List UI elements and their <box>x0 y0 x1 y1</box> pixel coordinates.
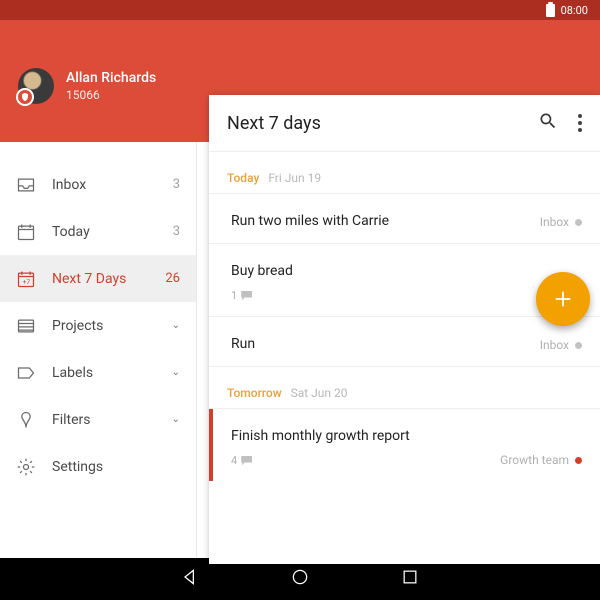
calendar-week-icon: +7 <box>16 269 36 289</box>
section-date: Sat Jun 20 <box>291 386 348 400</box>
task-item[interactable]: Run Inbox <box>209 316 600 366</box>
user-karma: 15066 <box>66 88 156 102</box>
sidebar-item-label: Filters <box>52 412 156 428</box>
project-color-dot <box>575 457 582 464</box>
sidebar-item-label: Inbox <box>52 177 157 193</box>
sidebar-item-label: Settings <box>52 459 180 475</box>
user-name: Allan Richards <box>66 70 156 86</box>
task-title: Run two miles with Carrie <box>231 213 582 229</box>
chevron-down-icon: ⌄ <box>172 367 180 378</box>
battery-icon <box>546 4 555 17</box>
projects-icon <box>16 316 36 336</box>
svg-text:+7: +7 <box>23 278 31 286</box>
inbox-icon <box>16 175 36 195</box>
task-title: Run <box>231 336 582 352</box>
karma-badge-icon <box>16 88 34 106</box>
android-nav-bar <box>0 558 600 600</box>
task-project: Inbox <box>540 338 582 352</box>
comment-icon <box>241 291 252 301</box>
plus-icon <box>552 288 574 310</box>
card-header: Next 7 days <box>209 95 600 152</box>
sidebar-item-count: 26 <box>165 271 180 286</box>
sidebar-item-label: Labels <box>52 365 156 381</box>
sidebar-item-label: Next 7 Days <box>52 271 149 287</box>
page-title: Next 7 days <box>227 113 538 134</box>
calendar-today-icon <box>16 222 36 242</box>
sidebar-item-label: Today <box>52 224 157 240</box>
task-project: Growth team <box>500 453 582 467</box>
section-date: Fri Jun 19 <box>268 171 321 185</box>
search-icon <box>538 111 558 131</box>
chevron-down-icon: ⌄ <box>172 414 180 425</box>
sidebar-item-count: 3 <box>173 177 180 192</box>
search-button[interactable] <box>538 111 558 135</box>
clock: 08:00 <box>561 4 588 17</box>
section-day: Tomorrow <box>227 386 282 400</box>
sidebar-item-projects[interactable]: Projects ⌄ <box>0 302 196 349</box>
sidebar-item-count: 3 <box>173 224 180 239</box>
project-color-dot <box>575 342 582 349</box>
sidebar-item-today[interactable]: Today 3 <box>0 208 196 255</box>
add-task-fab[interactable] <box>536 272 590 326</box>
sidebar-item-next7days[interactable]: +7 Next 7 Days 26 <box>0 255 196 302</box>
chevron-down-icon: ⌄ <box>172 320 180 331</box>
section-header-tomorrow: Tomorrow Sat Jun 20 <box>209 366 600 408</box>
sidebar-item-filters[interactable]: Filters ⌄ <box>0 396 196 443</box>
sidebar-item-label: Projects <box>52 318 156 334</box>
nav-recent-button[interactable] <box>400 567 420 591</box>
task-title: Buy bread <box>231 263 582 279</box>
status-bar: 08:00 <box>0 0 600 20</box>
task-project: Inbox <box>540 215 582 229</box>
main-card: Next 7 days Today Fri Jun 19 <box>209 95 600 564</box>
section-day: Today <box>227 171 259 185</box>
task-item[interactable]: Finish monthly growth report 4 Growth te… <box>209 408 600 481</box>
comment-icon <box>241 456 252 466</box>
gear-icon <box>16 457 36 477</box>
filter-icon <box>16 410 36 430</box>
task-comments: 1 <box>231 289 582 302</box>
profile-block[interactable]: Allan Richards 15066 <box>18 68 156 104</box>
task-title: Finish monthly growth report <box>231 428 582 444</box>
task-list[interactable]: Today Fri Jun 19 Run two miles with Carr… <box>209 152 600 564</box>
sidebar: Inbox 3 Today 3 +7 Next 7 Days 26 <box>0 142 197 558</box>
recent-icon <box>400 567 420 587</box>
sidebar-item-inbox[interactable]: Inbox 3 <box>0 161 196 208</box>
label-icon <box>16 363 36 383</box>
project-color-dot <box>575 219 582 226</box>
nav-back-button[interactable] <box>180 567 200 591</box>
priority-indicator <box>209 409 213 481</box>
more-vert-icon <box>578 114 582 118</box>
section-header-today: Today Fri Jun 19 <box>209 152 600 193</box>
overflow-menu-button[interactable] <box>578 114 582 132</box>
back-icon <box>180 567 200 587</box>
home-icon <box>290 567 310 587</box>
sidebar-item-labels[interactable]: Labels ⌄ <box>0 349 196 396</box>
nav-home-button[interactable] <box>290 567 310 591</box>
sidebar-item-settings[interactable]: Settings <box>0 443 196 490</box>
task-item[interactable]: Run two miles with Carrie Inbox <box>209 193 600 243</box>
